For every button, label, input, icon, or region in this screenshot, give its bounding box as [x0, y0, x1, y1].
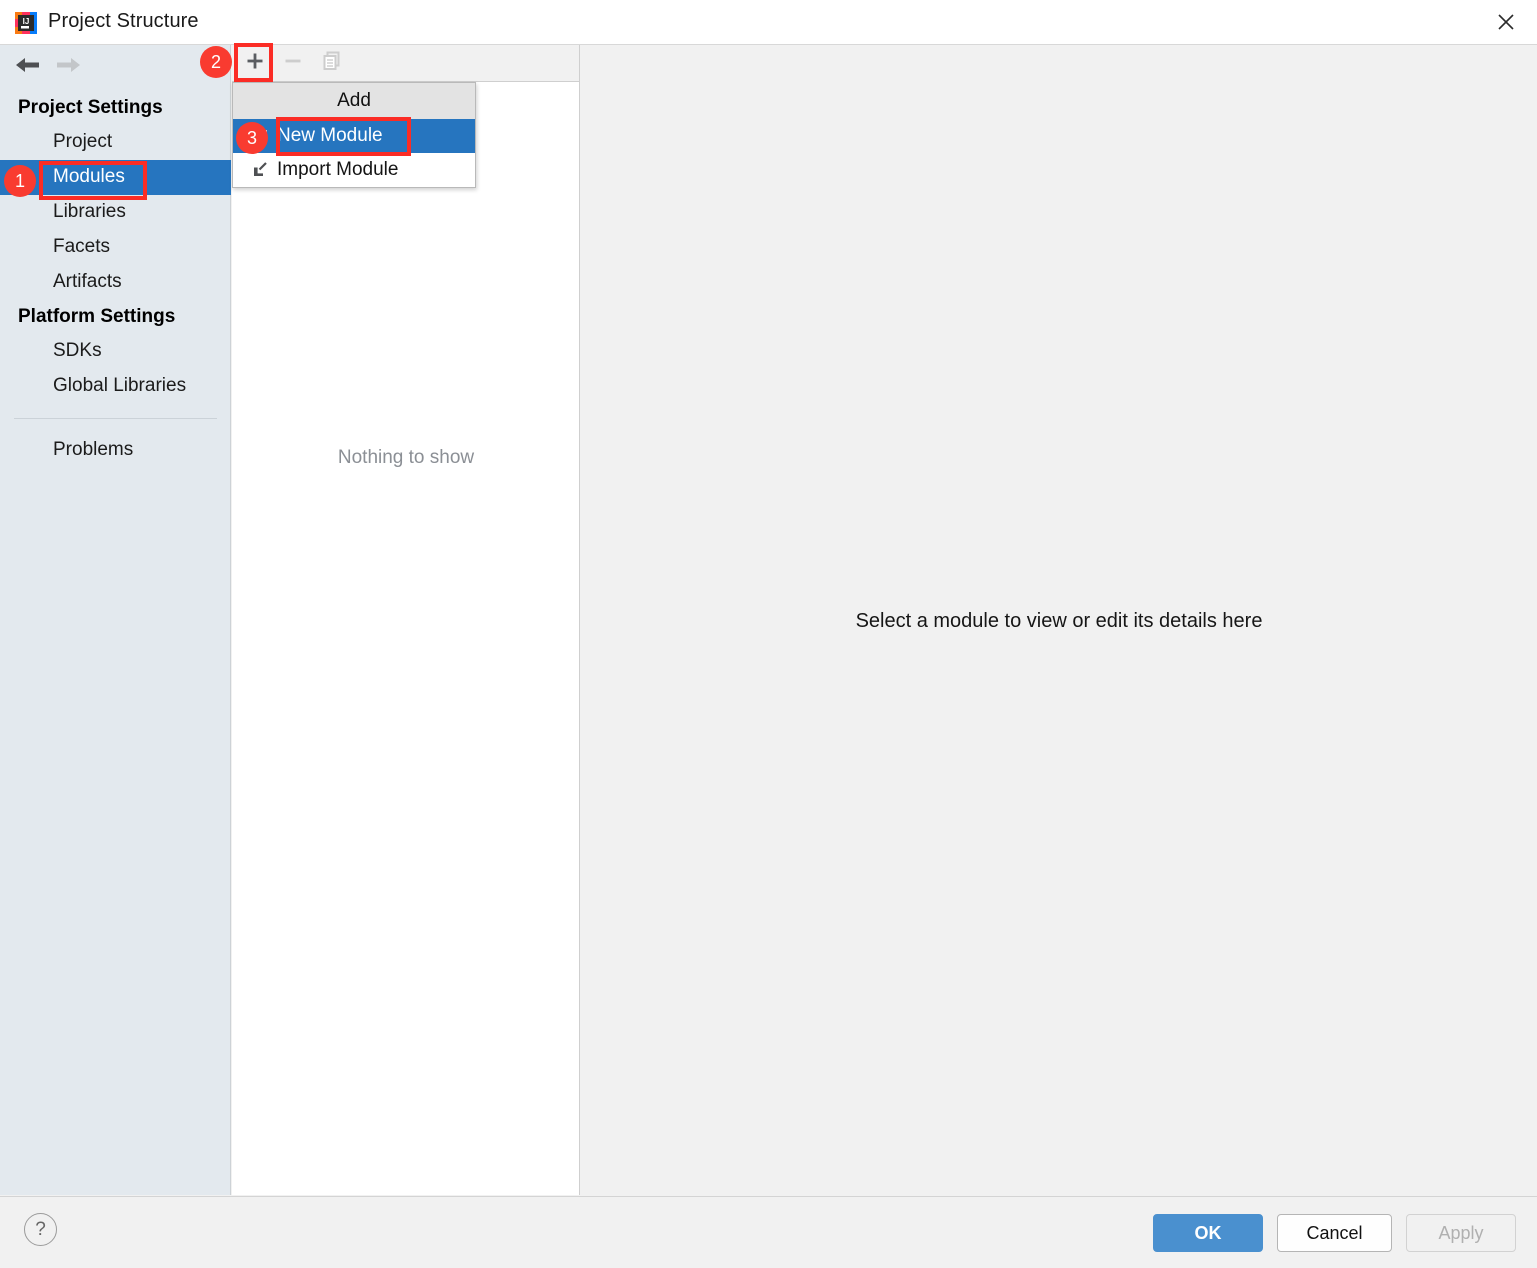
sidebar-group-project-settings: Project Settings: [18, 97, 163, 118]
project-structure-dialog: IJ Project Structure Project Settings Pr…: [0, 0, 1537, 1268]
menu-item-new-module[interactable]: New Module: [233, 119, 475, 153]
ok-button[interactable]: OK: [1153, 1214, 1263, 1252]
question-mark-icon: ?: [35, 1218, 46, 1240]
annotation-badge-3: 3: [236, 122, 268, 154]
copy-module-button[interactable]: [318, 49, 348, 77]
svg-text:IJ: IJ: [23, 17, 30, 26]
annotation-badge-2: 2: [200, 46, 232, 78]
sidebar-group-platform-settings: Platform Settings: [18, 306, 176, 327]
sidebar-item-libraries[interactable]: Libraries: [0, 195, 231, 230]
sidebar-item-artifacts[interactable]: Artifacts: [0, 265, 231, 300]
apply-button: Apply: [1406, 1214, 1516, 1252]
sidebar-item-global-libraries[interactable]: Global Libraries: [0, 369, 231, 404]
annotation-badge-1: 1: [4, 165, 36, 197]
arrow-right-icon: [53, 55, 83, 80]
back-button[interactable]: [8, 54, 48, 80]
help-button[interactable]: ?: [24, 1213, 57, 1246]
add-module-button[interactable]: [240, 49, 270, 77]
cancel-button[interactable]: Cancel: [1277, 1214, 1392, 1252]
arrow-left-icon: [13, 55, 43, 80]
menu-item-import-module[interactable]: Import Module: [233, 153, 475, 187]
forward-button[interactable]: [48, 54, 88, 80]
add-menu-header: Add: [233, 83, 475, 119]
sidebar-nav-row: [0, 45, 231, 89]
sidebar-item-project[interactable]: Project: [0, 125, 231, 160]
modules-empty-message: Nothing to show: [337, 447, 475, 468]
title-bar: IJ Project Structure: [0, 0, 1537, 45]
settings-sidebar: Project Settings Project Modules Librari…: [0, 45, 231, 1195]
plus-icon: [245, 51, 265, 76]
remove-module-button[interactable]: [278, 49, 308, 77]
module-detail-panel: Select a module to view or edit its deta…: [581, 45, 1537, 1195]
import-arrow-icon: [243, 159, 277, 181]
close-button[interactable]: [1475, 0, 1537, 44]
sidebar-list: Project Settings Project Modules Librari…: [0, 91, 231, 468]
modules-list-panel: Nothing to show: [232, 82, 580, 1195]
modules-toolbar: [232, 45, 580, 82]
add-popup-menu: Add New Module Import Module: [232, 82, 476, 188]
dialog-footer: ? OK Cancel Apply CSDN @极小白: [0, 1196, 1537, 1268]
sidebar-item-problems[interactable]: Problems: [0, 433, 231, 468]
copy-icon: [322, 50, 344, 77]
sidebar-item-sdks[interactable]: SDKs: [0, 334, 231, 369]
sidebar-item-facets[interactable]: Facets: [0, 230, 231, 265]
intellij-idea-logo-icon: IJ: [14, 11, 38, 35]
menu-item-label: Import Module: [277, 159, 399, 180]
sidebar-divider: [14, 418, 217, 419]
close-icon: [1497, 13, 1515, 31]
window-title: Project Structure: [48, 10, 199, 32]
minus-icon: [283, 51, 303, 76]
module-detail-message: Select a module to view or edit its deta…: [855, 610, 1263, 632]
menu-item-label: New Module: [277, 125, 383, 146]
